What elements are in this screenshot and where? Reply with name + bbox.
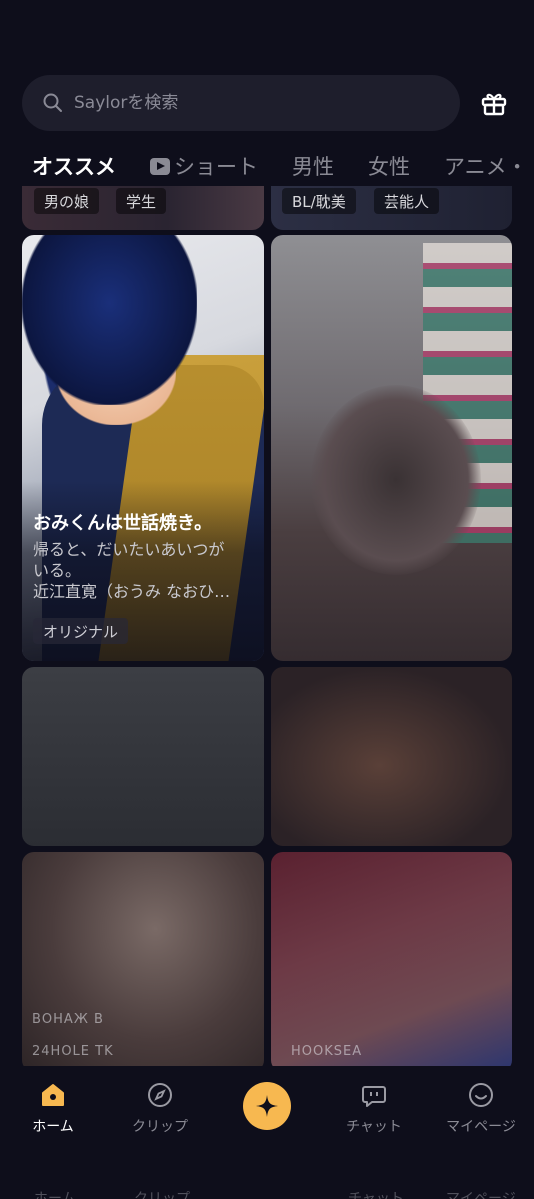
card-tag: オリジナル [33,618,129,644]
tag-chip: 学生 [116,188,167,214]
compass-icon [145,1080,175,1110]
gift-icon[interactable] [477,86,511,120]
tab-label: ショート [174,155,258,179]
smile-icon [466,1080,496,1110]
card-caption: ВОНАЖ В [32,1012,104,1027]
description-line: 帰ると、だいたいあいつが [33,540,225,559]
nav-label: マイページ [446,1119,516,1135]
ghost-label: クリップ [134,1191,190,1199]
tab-label: 男性 [292,155,334,179]
description-line: いる。 [33,561,82,580]
tab-female[interactable]: 女性 [368,151,410,181]
nav-home[interactable]: ホーム [8,1080,98,1136]
tab-anime[interactable]: アニメ・ [444,151,528,181]
card-caption: HOOKSEA [291,1044,363,1059]
search-input[interactable] [74,93,434,113]
card-art [22,235,197,405]
character-card-blurred[interactable]: ВОНАЖ В 24HOLE TK [22,852,264,1072]
tab-shorts[interactable]: ショート [150,151,258,181]
card-art [311,385,481,575]
tab-label: アニメ・ [444,155,528,179]
sparkle-icon [256,1095,278,1117]
category-tabs: オススメ ショート 男性 女性 アニメ・ [32,146,534,186]
character-card-blurred[interactable] [22,667,264,846]
tag-chip: 芸能人 [374,188,440,214]
card-description: 帰ると、だいたいあいつが いる。 近江直寛（おうみ なおひ… [33,539,255,602]
card-caption: 24HOLE TK [32,1044,114,1059]
ghost-label: マイページ [446,1191,516,1199]
ghost-label: チャット [348,1191,404,1199]
nav-label: チャット [346,1119,402,1135]
nav-label: クリップ [132,1119,188,1135]
description-line: 近江直寛（おうみ なおひ… [33,582,231,601]
nav-chat[interactable]: チャット [329,1080,419,1136]
nav-clip[interactable]: クリップ [115,1080,205,1136]
search-icon [42,92,64,114]
tag-chip: 男の娘 [34,188,100,214]
character-card-featured[interactable]: おみくんは世話焼き。 帰ると、だいたいあいつが いる。 近江直寛（おうみ なおひ… [22,235,264,661]
nav-mypage[interactable]: マイページ [436,1080,526,1136]
character-card-blurred[interactable] [271,235,512,661]
home-icon [38,1080,68,1110]
ghost-label: ホーム [34,1191,76,1199]
play-icon [150,157,170,175]
tab-label: オススメ [32,155,116,179]
tab-recommended[interactable]: オススメ [32,151,116,181]
search-bar[interactable] [22,75,460,131]
tab-label: 女性 [368,155,410,179]
create-button[interactable] [243,1082,291,1130]
chat-icon [359,1080,389,1110]
character-card-blurred[interactable] [271,667,512,846]
character-card-blurred[interactable]: HOOKSEA [271,852,512,1072]
app-screen: オススメ ショート 男性 女性 アニメ・ 男の娘 学生 BL/耽美 芸能人 おみ… [0,0,534,1199]
card-title: おみくんは世話焼き。 [33,513,213,534]
tag-chip: BL/耽美 [282,188,356,214]
bottom-nav: ホーム クリップ チャット マイページ ホーム クリップ チャット マイページ [0,1066,534,1199]
tab-male[interactable]: 男性 [292,151,334,181]
nav-label: ホーム [32,1119,74,1135]
